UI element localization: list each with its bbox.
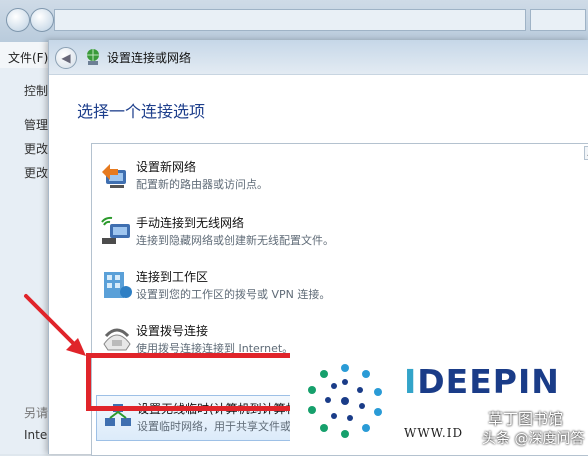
sidebar-item-change-1[interactable]: 更改 xyxy=(24,140,48,157)
forward-nav-button[interactable] xyxy=(30,8,54,32)
page-heading: 选择一个连接选项 xyxy=(77,102,206,121)
sidebar-item-internet-1[interactable]: Inte xyxy=(24,428,48,442)
option-new-network[interactable]: 设置新网络 配置新的路由器或访问点。 xyxy=(96,154,576,198)
watermark-author: 头条 @深度问答 xyxy=(482,431,585,447)
option-description: 设置临时网络，用于共享文件或 xyxy=(137,420,291,433)
option-title: 设置新网络 xyxy=(136,160,197,174)
search-box[interactable] xyxy=(530,9,586,31)
spiral-logo-icon xyxy=(308,364,382,438)
address-bar[interactable] xyxy=(54,9,526,31)
sidebar-item-manage[interactable]: 管理 xyxy=(24,116,48,133)
menu-file[interactable]: 文件(F) xyxy=(8,49,48,66)
option-title: 设置拨号连接 xyxy=(136,324,209,338)
logo-wordmark: IDEEPIN xyxy=(404,362,560,401)
network-globe-icon xyxy=(87,49,99,65)
option-description: 连接到隐藏网络或创建新无线配置文件。 xyxy=(136,234,334,247)
option-description: 设置到您的工作区的拨号或 VPN 连接。 xyxy=(136,288,331,301)
sidebar-see-also: 另请 xyxy=(24,406,48,420)
scroll-up-button[interactable]: ▲ xyxy=(584,146,588,160)
back-nav-button[interactable] xyxy=(6,8,30,32)
dialup-icon xyxy=(103,328,131,351)
option-title: 手动连接到无线网络 xyxy=(136,216,245,230)
sidebar-item-change-2[interactable]: 更改 xyxy=(24,164,48,181)
option-workplace[interactable]: 连接到工作区 设置到您的工作区的拨号或 VPN 连接。 xyxy=(96,264,576,308)
dialog-title: 设置连接或网络 xyxy=(107,51,192,65)
back-arrow-icon[interactable]: ◀ xyxy=(55,47,77,69)
logo-prefix: I xyxy=(404,362,418,401)
sidebar-item-control-panel[interactable]: 控制 xyxy=(24,82,48,99)
new-network-icon xyxy=(102,164,126,188)
option-description: 配置新的路由器或访问点。 xyxy=(136,178,268,191)
logo-url: WWW.ID xyxy=(404,426,464,440)
workplace-icon xyxy=(104,272,132,298)
logo-rest: DEEPIN xyxy=(417,362,560,401)
watermark-site-name: 草丁图书馆 xyxy=(488,410,564,428)
watermark-logo-panel: IDEEPIN WWW.ID 草丁图书馆 头条 @深度问答 xyxy=(290,352,588,454)
wireless-network-icon xyxy=(101,216,130,244)
option-title: 连接到工作区 xyxy=(136,270,209,284)
option-manual-wireless[interactable]: 手动连接到无线网络 连接到隐藏网络或创建新无线配置文件。 xyxy=(96,210,576,254)
red-arrow-icon xyxy=(24,294,86,356)
